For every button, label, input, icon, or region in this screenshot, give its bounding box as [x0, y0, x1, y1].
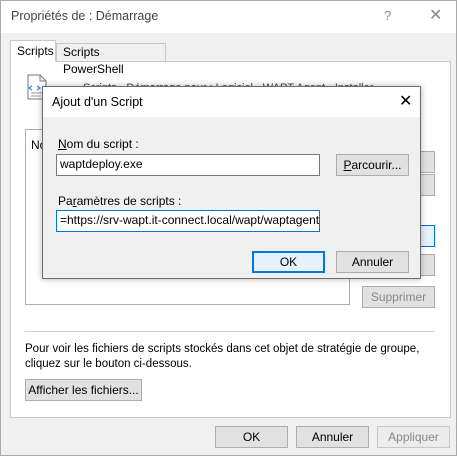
- ok-button[interactable]: OK: [215, 426, 288, 448]
- apply-button[interactable]: Appliquer: [377, 426, 450, 448]
- tab-powershell-scripts[interactable]: Scripts PowerShell: [56, 43, 166, 76]
- script-name-input[interactable]: waptdeploy.exe: [56, 154, 320, 176]
- close-button[interactable]: ✕: [429, 5, 442, 25]
- browse-button[interactable]: Parcourir...: [336, 154, 409, 176]
- title-bar: Propriétés de : Démarrage ? ✕: [1, 1, 456, 33]
- add-script-dialog: Ajout d'un Script ✕ Nom du script : wapt…: [42, 86, 421, 279]
- help-button[interactable]: ?: [384, 8, 391, 23]
- info-text: Pour voir les fichiers de scripts stocké…: [25, 343, 420, 370]
- script-params-input[interactable]: =https://srv-wapt.it-connect.local/wapt/…: [56, 210, 320, 232]
- window-title: Propriétés de : Démarrage: [11, 9, 159, 23]
- dialog-ok-button[interactable]: OK: [252, 251, 325, 273]
- show-files-button[interactable]: Afficher les fichiers...: [25, 379, 142, 401]
- divider: [25, 331, 435, 332]
- script-name-label: Nom du script :: [58, 137, 139, 151]
- dialog-cancel-button[interactable]: Annuler: [336, 251, 409, 273]
- dialog-close-button[interactable]: ✕: [399, 91, 412, 111]
- cancel-button[interactable]: Annuler: [296, 426, 369, 448]
- remove-button[interactable]: Supprimer: [362, 286, 435, 308]
- dialog-title-bar: Ajout d'un Script ✕: [43, 87, 420, 117]
- tab-scripts[interactable]: Scripts: [10, 40, 56, 62]
- dialog-title: Ajout d'un Script: [52, 95, 143, 109]
- script-params-label: Paramètres de scripts :: [58, 194, 182, 208]
